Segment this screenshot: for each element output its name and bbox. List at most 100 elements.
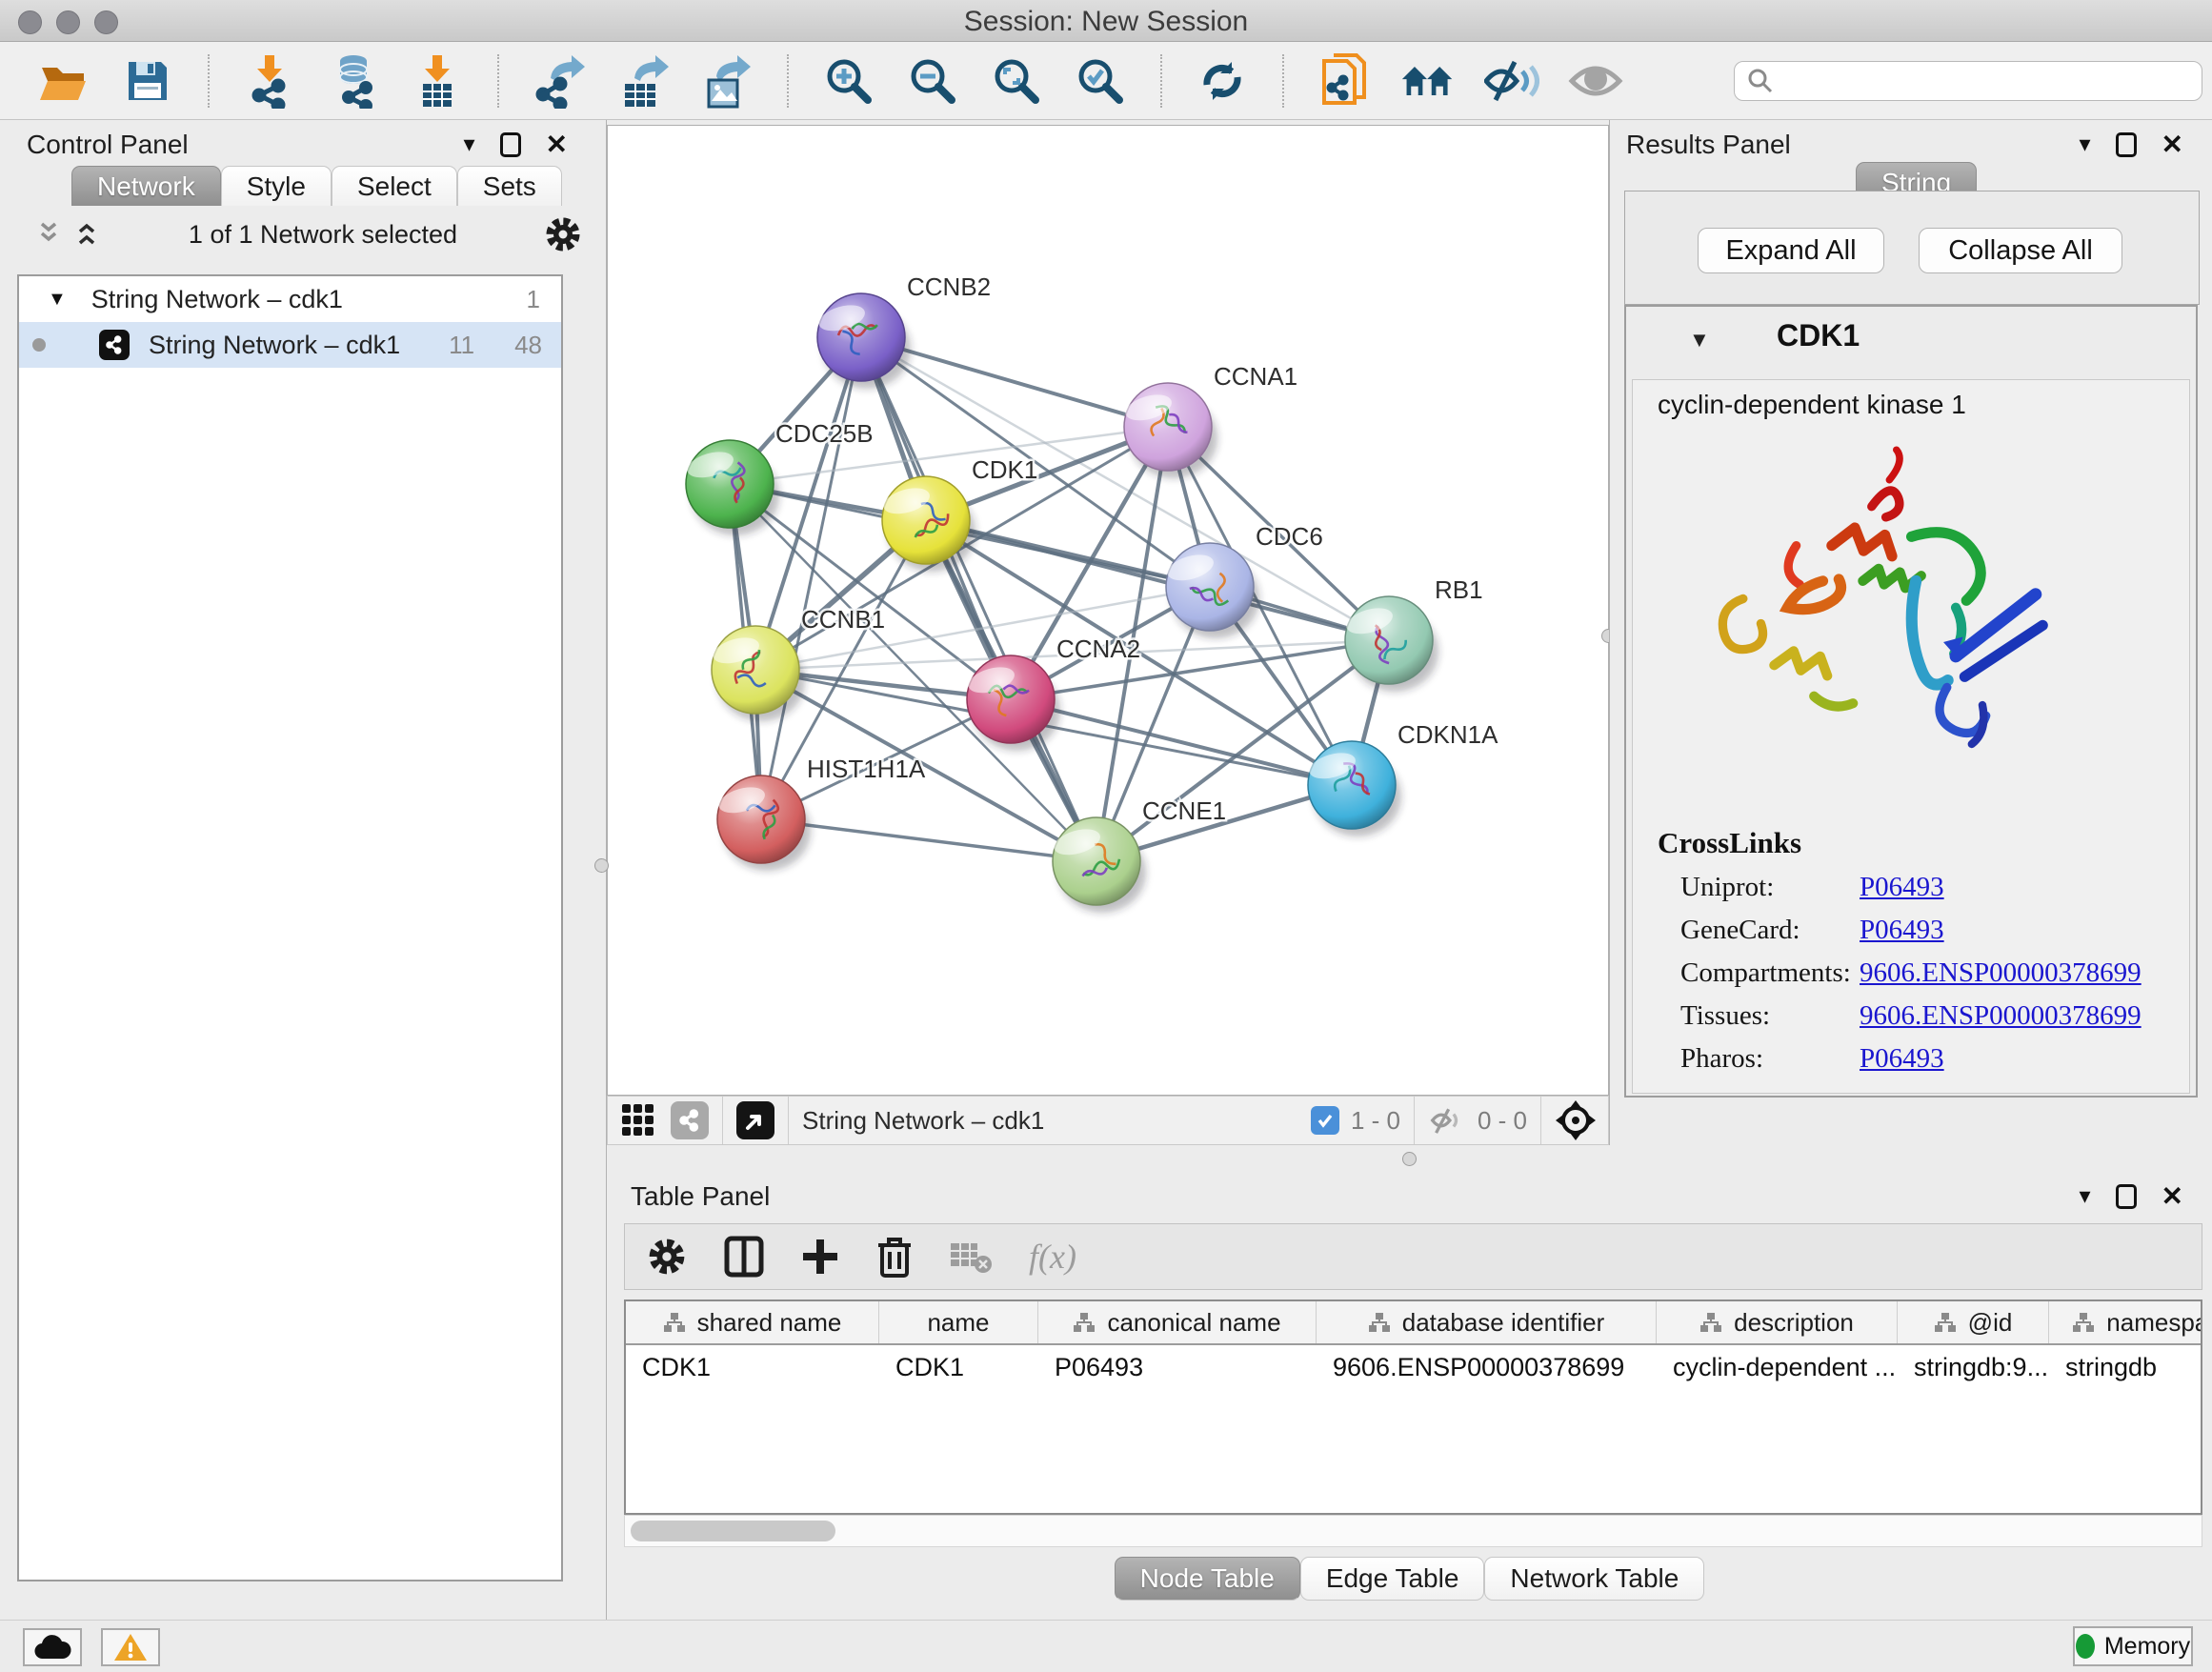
node-label-CDC6: CDC6: [1256, 522, 1323, 551]
control-panel-tab-network[interactable]: Network: [71, 166, 221, 206]
string-home-icon[interactable]: [1400, 53, 1456, 109]
column-header--id[interactable]: @id: [1898, 1301, 2049, 1343]
control-panel-tab-style[interactable]: Style: [221, 166, 332, 206]
table-cell[interactable]: stringdb: [2049, 1345, 2202, 1389]
control-panel-tab-sets[interactable]: Sets: [457, 166, 562, 206]
crosslink-link[interactable]: P06493: [1860, 872, 1944, 903]
cloud-button[interactable]: [23, 1628, 82, 1666]
control-panel-float-icon[interactable]: [500, 132, 521, 157]
horizontal-splitter-handle[interactable]: [1402, 1152, 1417, 1166]
save-session-icon[interactable]: [120, 53, 175, 109]
crosslink-link[interactable]: P06493: [1860, 915, 1944, 946]
table-cell[interactable]: P06493: [1038, 1345, 1317, 1389]
network-collection-row[interactable]: ▼ String Network – cdk1 1: [19, 276, 561, 322]
import-network-database-icon[interactable]: [326, 53, 381, 109]
collection-expander-icon[interactable]: ▼: [48, 289, 67, 311]
node-CDK1[interactable]: [880, 476, 975, 572]
control-panel-tab-select[interactable]: Select: [332, 166, 457, 206]
column-header-canonical-name[interactable]: canonical name: [1038, 1301, 1317, 1343]
control-panel-menu-icon[interactable]: ▾: [463, 133, 474, 156]
share-document-icon[interactable]: [1317, 53, 1372, 109]
column-header-name[interactable]: name: [879, 1301, 1038, 1343]
collapse-all-button[interactable]: Collapse All: [1919, 228, 2122, 273]
column-header-database-identifier[interactable]: database identifier: [1317, 1301, 1657, 1343]
network-node-count: 11: [449, 331, 474, 360]
scrollbar-thumb[interactable]: [631, 1521, 835, 1541]
table-cell[interactable]: CDK1: [879, 1345, 1038, 1389]
table-panel-menu-icon[interactable]: ▾: [2079, 1185, 2090, 1208]
node-CCNA1[interactable]: [1122, 383, 1217, 478]
table-cell[interactable]: cyclin-dependent ...: [1657, 1345, 1898, 1389]
search-input[interactable]: [1734, 61, 2202, 101]
control-panel-tabs: NetworkStyleSelectSets: [71, 166, 562, 206]
node-RB1[interactable]: [1343, 596, 1438, 692]
node-table[interactable]: shared namenamecanonical namedatabase id…: [624, 1299, 2202, 1515]
table-horizontal-scrollbar[interactable]: [624, 1515, 2202, 1547]
table-tab-edge-table[interactable]: Edge Table: [1300, 1557, 1485, 1601]
open-in-new-icon[interactable]: [736, 1101, 774, 1139]
results-panel-float-icon[interactable]: [2116, 132, 2137, 157]
crosslink-link[interactable]: 9606.ENSP00000378699: [1860, 957, 2142, 989]
delete-column-icon[interactable]: [876, 1236, 913, 1278]
memory-button[interactable]: Memory: [2073, 1626, 2193, 1666]
expand-all-button[interactable]: Expand All: [1698, 228, 1884, 273]
node-CDC25B[interactable]: [684, 440, 779, 535]
table-cell[interactable]: stringdb:9...: [1898, 1345, 2049, 1389]
import-network-file-icon[interactable]: [242, 53, 297, 109]
zoom-fit-icon[interactable]: [989, 53, 1044, 109]
network-canvas[interactable]: CCNB2CCNA1CDC25BCDK1CDC6RB1CCNB1CCNA2CDK…: [607, 125, 1609, 1096]
footer-separator: [788, 1097, 789, 1144]
refresh-view-icon[interactable]: [1195, 53, 1250, 109]
control-panel-close-icon[interactable]: ✕: [546, 131, 568, 158]
crosslink-link[interactable]: 9606.ENSP00000378699: [1860, 1000, 2142, 1032]
network-graph[interactable]: CCNB2CCNA1CDC25BCDK1CDC6RB1CCNB1CCNA2CDK…: [608, 126, 1608, 1095]
table-tab-node-table[interactable]: Node Table: [1115, 1557, 1300, 1601]
import-table-icon[interactable]: [410, 53, 465, 109]
network-status-dot-icon: [32, 338, 46, 352]
crosslink-link[interactable]: P06493: [1860, 1043, 1944, 1075]
grid-view-icon[interactable]: [619, 1101, 657, 1139]
column-header-description[interactable]: description: [1657, 1301, 1898, 1343]
node-CCNE1[interactable]: [1051, 817, 1146, 913]
export-table-icon[interactable]: [615, 53, 671, 109]
zoom-in-icon[interactable]: [821, 53, 876, 109]
results-panel-close-icon[interactable]: ✕: [2162, 131, 2183, 158]
column-header-shared-name[interactable]: shared name: [626, 1301, 879, 1343]
protein-detail-panel: cyclin-dependent kinase 1: [1632, 379, 2190, 1094]
column-header-namespace[interactable]: namespace: [2049, 1301, 2202, 1343]
zoom-out-icon[interactable]: [905, 53, 960, 109]
add-column-icon[interactable]: [800, 1237, 840, 1277]
export-network-icon[interactable]: [532, 53, 587, 109]
protein-expander-icon[interactable]: ▼: [1689, 328, 1710, 353]
node-HIST1H1A[interactable]: [715, 776, 811, 871]
table-panel-close-icon[interactable]: ✕: [2162, 1183, 2183, 1210]
footer-network-title: String Network – cdk1: [802, 1106, 1044, 1136]
network-options-gear-icon[interactable]: [543, 214, 583, 254]
table-data-rows: CDK1CDK1P064939606.ENSP00000378699cyclin…: [626, 1345, 2201, 1389]
edge-HIST1H1A-CCNE1[interactable]: [761, 819, 1096, 861]
selected-checkbox-icon[interactable]: [1311, 1106, 1339, 1135]
show-columns-icon[interactable]: [724, 1236, 764, 1278]
node-CCNA2[interactable]: [965, 655, 1060, 751]
network-row-selected[interactable]: String Network – cdk1 11 48: [19, 322, 561, 368]
warnings-button[interactable]: [101, 1628, 160, 1666]
expand-all-icon[interactable]: [70, 220, 103, 249]
hide-labels-icon[interactable]: [1484, 53, 1539, 109]
node-CDKN1A[interactable]: [1306, 741, 1401, 836]
toolbar-separator: [787, 54, 789, 108]
birds-eye-view-icon[interactable]: [1555, 1099, 1597, 1141]
edge-CCNB2-HIST1H1A[interactable]: [761, 337, 861, 819]
table-tab-network-table[interactable]: Network Table: [1484, 1557, 1704, 1601]
export-image-icon[interactable]: [699, 53, 754, 109]
share-network-icon[interactable]: [671, 1101, 709, 1139]
zoom-selected-icon[interactable]: [1073, 53, 1128, 109]
results-panel-menu-icon[interactable]: ▾: [2079, 133, 2090, 156]
table-cell[interactable]: 9606.ENSP00000378699: [1317, 1345, 1657, 1389]
collapse-all-icon[interactable]: [32, 220, 65, 249]
table-options-gear-icon[interactable]: [646, 1236, 688, 1278]
table-panel-float-icon[interactable]: [2116, 1184, 2137, 1209]
open-session-icon[interactable]: [36, 53, 91, 109]
left-splitter-handle[interactable]: [594, 858, 609, 873]
table-cell[interactable]: CDK1: [626, 1345, 879, 1389]
node-label-CDKN1A: CDKN1A: [1398, 720, 1498, 749]
